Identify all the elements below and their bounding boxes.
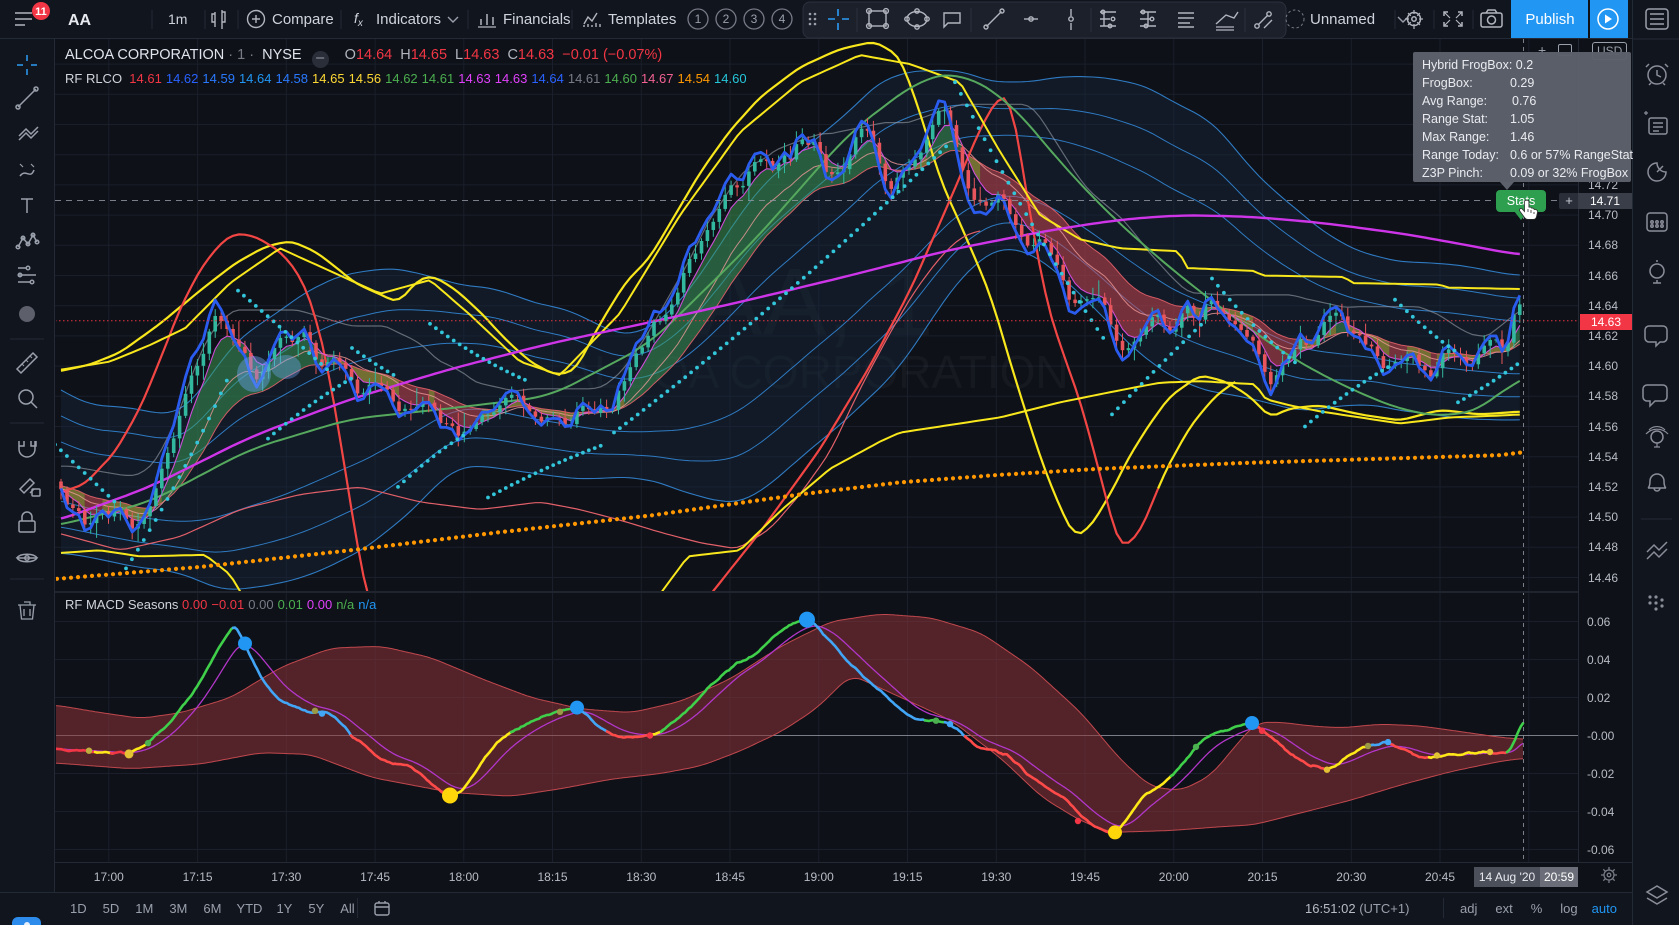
svg-text:4: 4: [779, 12, 786, 26]
svg-text:11: 11: [35, 6, 47, 18]
svg-text:Compare: Compare: [272, 11, 334, 28]
svg-text:Publish: Publish: [1525, 11, 1574, 28]
svg-text:1m: 1m: [168, 11, 187, 27]
svg-text:fx: fx: [354, 10, 364, 29]
svg-text:Indicators: Indicators: [376, 11, 441, 28]
svg-text:1: 1: [695, 12, 702, 26]
svg-text:Financials: Financials: [503, 11, 571, 28]
svg-text:2: 2: [723, 12, 730, 26]
svg-text:AA: AA: [68, 12, 92, 29]
svg-text:Unnamed: Unnamed: [1310, 11, 1375, 28]
svg-text:3: 3: [751, 12, 758, 26]
svg-text:Templates: Templates: [608, 11, 676, 28]
